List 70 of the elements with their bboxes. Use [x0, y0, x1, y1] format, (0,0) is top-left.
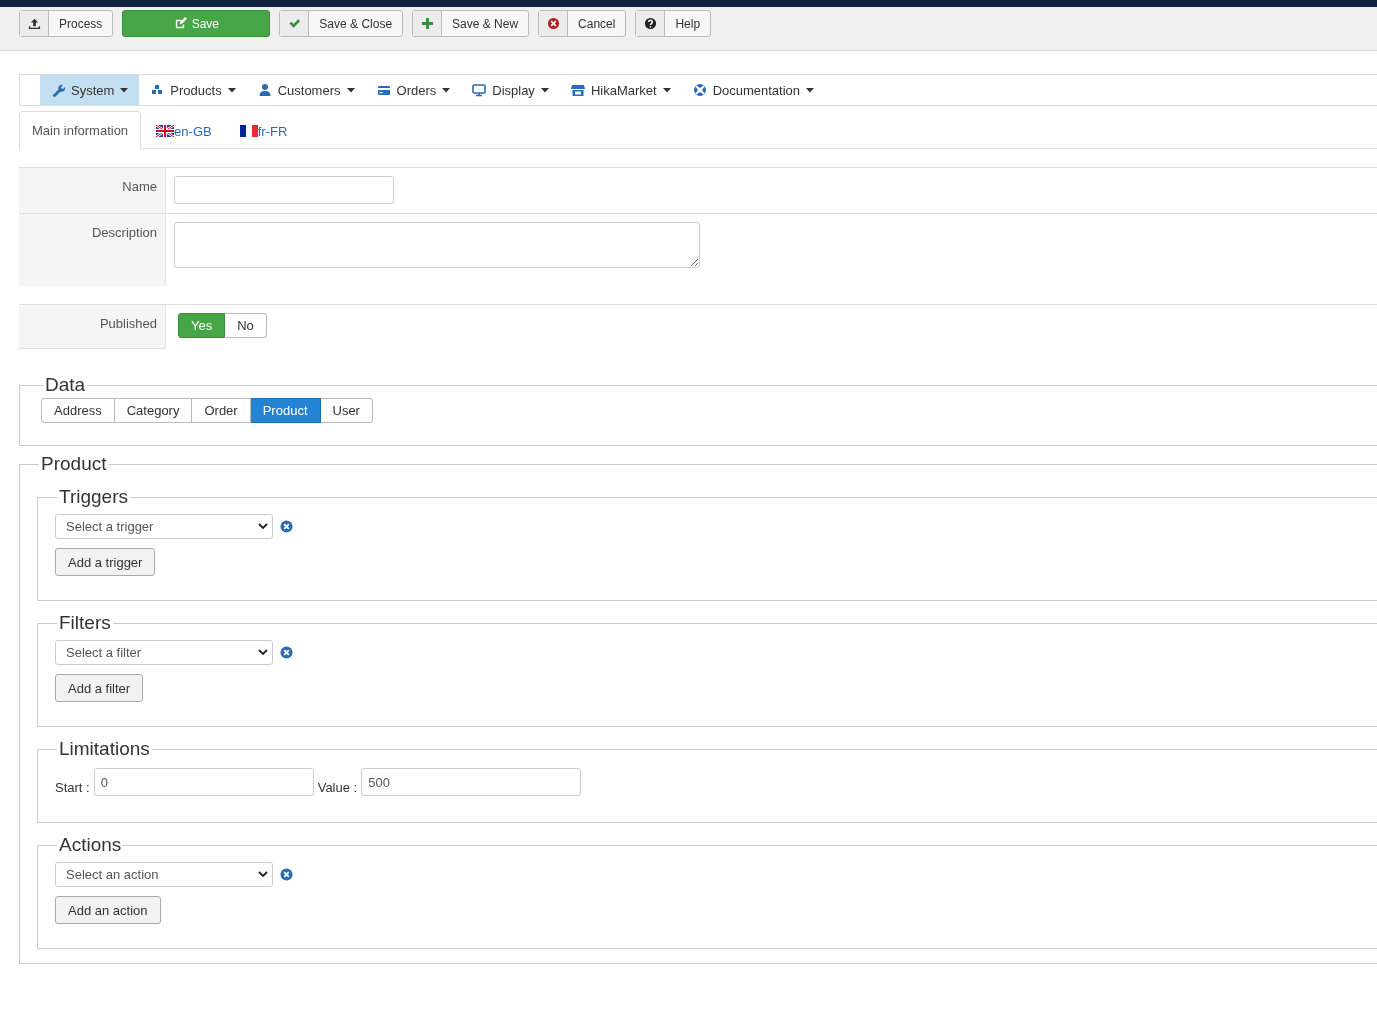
- toolbar-button[interactable]: Help: [635, 10, 712, 37]
- menu-item[interactable]: Display: [461, 75, 560, 105]
- upload-icon: [27, 17, 41, 30]
- caret-icon: [227, 87, 236, 93]
- field-label: Value :: [317, 780, 358, 795]
- field-label: Published: [99, 316, 157, 331]
- flag-icon: [156, 125, 175, 137]
- toolbar-button[interactable]: Cancel: [538, 10, 627, 37]
- section-title: Actions: [58, 834, 123, 856]
- add-button[interactable]: Add an action: [55, 896, 161, 924]
- menu-item[interactable]: Documentation: [681, 75, 826, 105]
- plus-icon: [420, 17, 434, 30]
- menu-item[interactable]: Products: [139, 75, 247, 105]
- data-type-button[interactable]: User: [320, 398, 373, 423]
- menu-item[interactable]: Customers: [246, 75, 366, 105]
- check-icon: [287, 17, 301, 30]
- add-button[interactable]: Add a filter: [55, 674, 144, 702]
- caret-icon: [120, 87, 129, 93]
- description-field[interactable]: [174, 222, 700, 268]
- select-dropdown[interactable]: Select a trigger: [55, 514, 273, 539]
- number-field[interactable]: 0: [93, 768, 314, 796]
- data-type-button[interactable]: Order: [192, 398, 251, 423]
- section-title: Triggers: [58, 486, 129, 508]
- monitor-icon: [472, 83, 487, 97]
- caret-icon: [442, 87, 451, 93]
- number-field[interactable]: 500: [361, 768, 582, 796]
- menu-item[interactable]: HikaMarket: [559, 75, 682, 105]
- help-icon: [643, 17, 657, 30]
- edit-icon: [173, 17, 187, 30]
- select-dropdown[interactable]: Select an action: [55, 862, 273, 887]
- add-button[interactable]: Add a trigger: [55, 548, 156, 576]
- section-title: Filters: [58, 612, 112, 634]
- toolbar-button[interactable]: Process: [19, 10, 114, 37]
- data-type-button[interactable]: Product: [250, 398, 321, 423]
- menu-item[interactable]: System: [40, 75, 140, 105]
- caret-icon: [662, 87, 671, 93]
- card-icon: [376, 83, 391, 97]
- select-dropdown[interactable]: Select a filter: [55, 640, 273, 665]
- menu-item[interactable]: Orders: [365, 75, 462, 105]
- toggle-option[interactable]: No: [225, 313, 267, 338]
- caret-icon: [540, 87, 549, 93]
- lifebuoy-icon: [692, 83, 707, 97]
- section-title: Product: [40, 453, 108, 475]
- data-type-button[interactable]: Address: [41, 398, 115, 423]
- chevron-icon: [258, 871, 268, 878]
- toolbar-button[interactable]: Save & New: [412, 10, 530, 37]
- field-label: Name: [122, 179, 157, 194]
- remove-icon[interactable]: [280, 868, 293, 881]
- wrench-icon: [51, 83, 65, 97]
- caret-icon: [806, 87, 815, 93]
- chevron-icon: [258, 649, 268, 656]
- user-icon: [257, 83, 272, 97]
- data-type-button[interactable]: Category: [114, 398, 193, 423]
- cubes-icon: [150, 83, 165, 97]
- section-title: Limitations: [58, 738, 151, 760]
- flag-icon: [239, 125, 258, 137]
- language-tab[interactable]: Main information: [19, 111, 142, 149]
- language-tab[interactable]: fr-FR: [226, 112, 301, 149]
- remove-icon[interactable]: [280, 646, 293, 659]
- caret-icon: [346, 87, 355, 93]
- toolbar-button[interactable]: Save & Close: [279, 10, 404, 37]
- shop-icon: [570, 83, 585, 97]
- language-tab[interactable]: en-GB: [143, 112, 225, 149]
- chevron-icon: [258, 523, 268, 530]
- name-field[interactable]: [174, 176, 394, 204]
- remove-icon[interactable]: [280, 520, 293, 533]
- field-label: Start :: [55, 780, 90, 795]
- field-label: Description: [91, 225, 157, 240]
- cancel-icon: [546, 17, 560, 30]
- section-title: Data: [44, 374, 87, 396]
